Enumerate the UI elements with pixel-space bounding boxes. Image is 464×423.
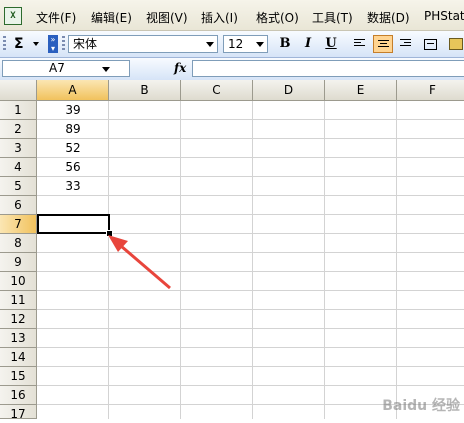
autosum-button[interactable]: Σ [14, 36, 24, 52]
formula-input[interactable] [192, 60, 464, 77]
excel-app-icon[interactable]: X [4, 7, 22, 25]
chevron-down-icon[interactable] [99, 61, 129, 76]
align-center-button[interactable] [373, 35, 393, 53]
merge-center-icon [424, 39, 437, 50]
chevron-down-icon[interactable] [203, 36, 217, 52]
autosum-dropdown-icon[interactable] [33, 42, 39, 46]
name-box-value: A7 [49, 61, 65, 75]
chevron-down-icon[interactable] [253, 36, 267, 52]
menu-file[interactable]: 文件(F) [36, 9, 76, 26]
menu-phstat[interactable]: PHStat [424, 9, 464, 23]
align-right-button[interactable] [396, 35, 416, 53]
align-center-icon [378, 40, 389, 50]
menu-format[interactable]: 格式(O) [256, 9, 299, 26]
menu-view[interactable]: 视图(V) [146, 9, 188, 26]
font-size-select[interactable]: 12 [223, 35, 268, 53]
align-left-button[interactable] [350, 35, 370, 53]
annotation-arrow [108, 235, 171, 290]
worksheet-grid: A B C D E F 1 2 3 4 5 6 7 8 9 10 11 12 1… [0, 80, 464, 421]
arrow-shaft [120, 244, 171, 290]
menu-tools[interactable]: 工具(T) [312, 9, 353, 26]
currency-style-button[interactable] [446, 35, 464, 53]
italic-button[interactable]: I [298, 35, 318, 53]
merge-center-button[interactable] [420, 35, 440, 53]
watermark: Baidu 经验 [382, 398, 460, 414]
font-size-value: 12 [228, 37, 244, 51]
menu-edit[interactable]: 编辑(E) [91, 9, 132, 26]
align-right-icon [400, 39, 411, 49]
font-name-value: 宋体 [73, 37, 98, 51]
formatting-toolbar: Σ » ▾ 宋体 12 B I U [0, 31, 464, 58]
insert-function-icon[interactable]: fx [174, 61, 186, 75]
menu-data[interactable]: 数据(D) [367, 9, 410, 26]
name-box[interactable]: A7 [2, 60, 130, 77]
menu-insert[interactable]: 插入(I) [201, 9, 238, 26]
toolbar-grip[interactable] [3, 36, 6, 52]
formula-bar: A7 fx [0, 58, 464, 81]
font-name-select[interactable]: 宋体 [68, 35, 218, 53]
toolbar-grip-2[interactable] [62, 36, 65, 52]
toolbar-options-button[interactable]: » ▾ [48, 35, 58, 53]
align-left-icon [354, 39, 365, 49]
bold-button[interactable]: B [275, 35, 295, 53]
underline-button[interactable]: U [321, 35, 341, 53]
currency-icon [449, 38, 463, 50]
menu-bar: X 文件(F) 编辑(E) 视图(V) 插入(I) 格式(O) 工具(T) 数据… [0, 0, 464, 31]
